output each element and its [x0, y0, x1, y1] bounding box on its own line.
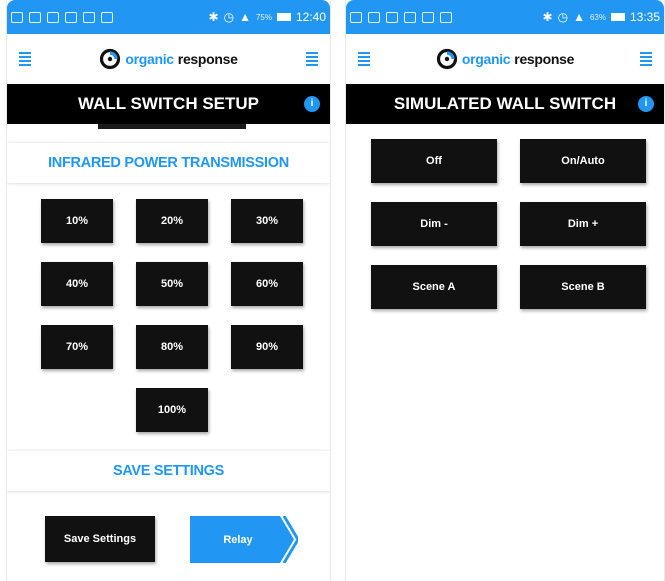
status-time: 12:40: [295, 10, 326, 24]
logo-word-response: response: [177, 51, 238, 67]
organic-response-logo-icon: [436, 48, 457, 70]
alarm-icon: ◷: [223, 10, 235, 24]
notification-icon: [386, 11, 398, 23]
relay-button[interactable]: Relay: [190, 516, 298, 563]
notification-icon: [404, 11, 416, 23]
power-80-button[interactable]: 80%: [136, 325, 208, 369]
power-20-button[interactable]: 20%: [136, 199, 208, 243]
app-logo: organic response: [31, 48, 306, 70]
scroll-tab: [98, 124, 246, 129]
notification-icon: [29, 11, 41, 23]
power-30-button[interactable]: 30%: [231, 199, 303, 243]
battery-percent: 75%: [255, 12, 272, 22]
logo-word-organic: organic: [125, 51, 174, 67]
page-title-bar: WALL SWITCH SETUP i: [7, 84, 330, 124]
power-10-button[interactable]: 10%: [41, 199, 113, 243]
info-icon[interactable]: i: [638, 96, 654, 112]
notification-icon: [440, 11, 452, 23]
notification-icon: [350, 11, 362, 23]
organic-response-logo-icon: [100, 48, 121, 70]
dim-plus-button[interactable]: Dim +: [520, 202, 646, 246]
status-time: 13:35: [629, 10, 660, 24]
power-40-button[interactable]: 40%: [41, 262, 113, 306]
dim-minus-button[interactable]: Dim -: [371, 202, 497, 246]
battery-icon: [276, 13, 291, 21]
notification-icon: [368, 11, 380, 23]
page-title: SIMULATED WALL SWITCH: [393, 94, 617, 113]
battery-icon: [610, 13, 625, 21]
relay-button-label: Relay: [223, 533, 253, 546]
power-100-button[interactable]: 100%: [136, 388, 208, 432]
bluetooth-icon: ✱: [542, 10, 553, 24]
app-logo: organic response: [370, 48, 640, 70]
hamburger-menu-icon[interactable]: [19, 52, 31, 66]
ir-section-heading: INFRARED POWER TRANSMISSION: [7, 143, 330, 183]
save-section-heading: SAVE SETTINGS: [7, 451, 330, 491]
hamburger-menu-icon[interactable]: [358, 52, 370, 66]
save-settings-button[interactable]: Save Settings: [45, 516, 155, 562]
bluetooth-icon: ✱: [208, 10, 219, 24]
off-button[interactable]: Off: [371, 139, 497, 183]
notification-icon: [101, 11, 113, 23]
page-title: WALL SWITCH SETUP: [77, 94, 259, 113]
status-bar: ✱ ◷ ▲ 63% 13:35: [346, 0, 664, 34]
app-bar: organic response: [7, 34, 330, 84]
power-90-button[interactable]: 90%: [231, 325, 303, 369]
notification-icon: [65, 11, 77, 23]
power-70-button[interactable]: 70%: [41, 325, 113, 369]
app-bar: organic response: [346, 34, 664, 84]
hamburger-menu-icon[interactable]: [640, 52, 652, 66]
power-60-button[interactable]: 60%: [231, 262, 303, 306]
battery-percent: 63%: [589, 12, 606, 22]
power-50-button[interactable]: 50%: [136, 262, 208, 306]
left-screen: ✱ ◷ ▲ 75% 12:40 organic response WALL SW…: [6, 0, 331, 581]
alarm-icon: ◷: [557, 10, 569, 24]
logo-word-organic: organic: [461, 51, 511, 67]
signal-icon: ▲: [573, 10, 585, 24]
logo-word-response: response: [514, 51, 575, 67]
notification-icon: [47, 11, 59, 23]
on-auto-button[interactable]: On/Auto: [520, 139, 646, 183]
right-screen: ✱ ◷ ▲ 63% 13:35 organic response SIMULAT…: [345, 0, 665, 581]
notification-icon: [11, 11, 23, 23]
scene-b-button[interactable]: Scene B: [520, 265, 646, 309]
notification-icon: [83, 11, 95, 23]
status-bar: ✱ ◷ ▲ 75% 12:40: [7, 0, 330, 34]
notification-icons: [350, 11, 452, 23]
info-icon[interactable]: i: [304, 96, 320, 112]
notification-icons: [11, 11, 113, 23]
page-title-bar: SIMULATED WALL SWITCH i: [346, 84, 664, 124]
scene-a-button[interactable]: Scene A: [371, 265, 497, 309]
hamburger-menu-icon[interactable]: [306, 52, 318, 66]
signal-icon: ▲: [239, 10, 251, 24]
notification-icon: [422, 11, 434, 23]
